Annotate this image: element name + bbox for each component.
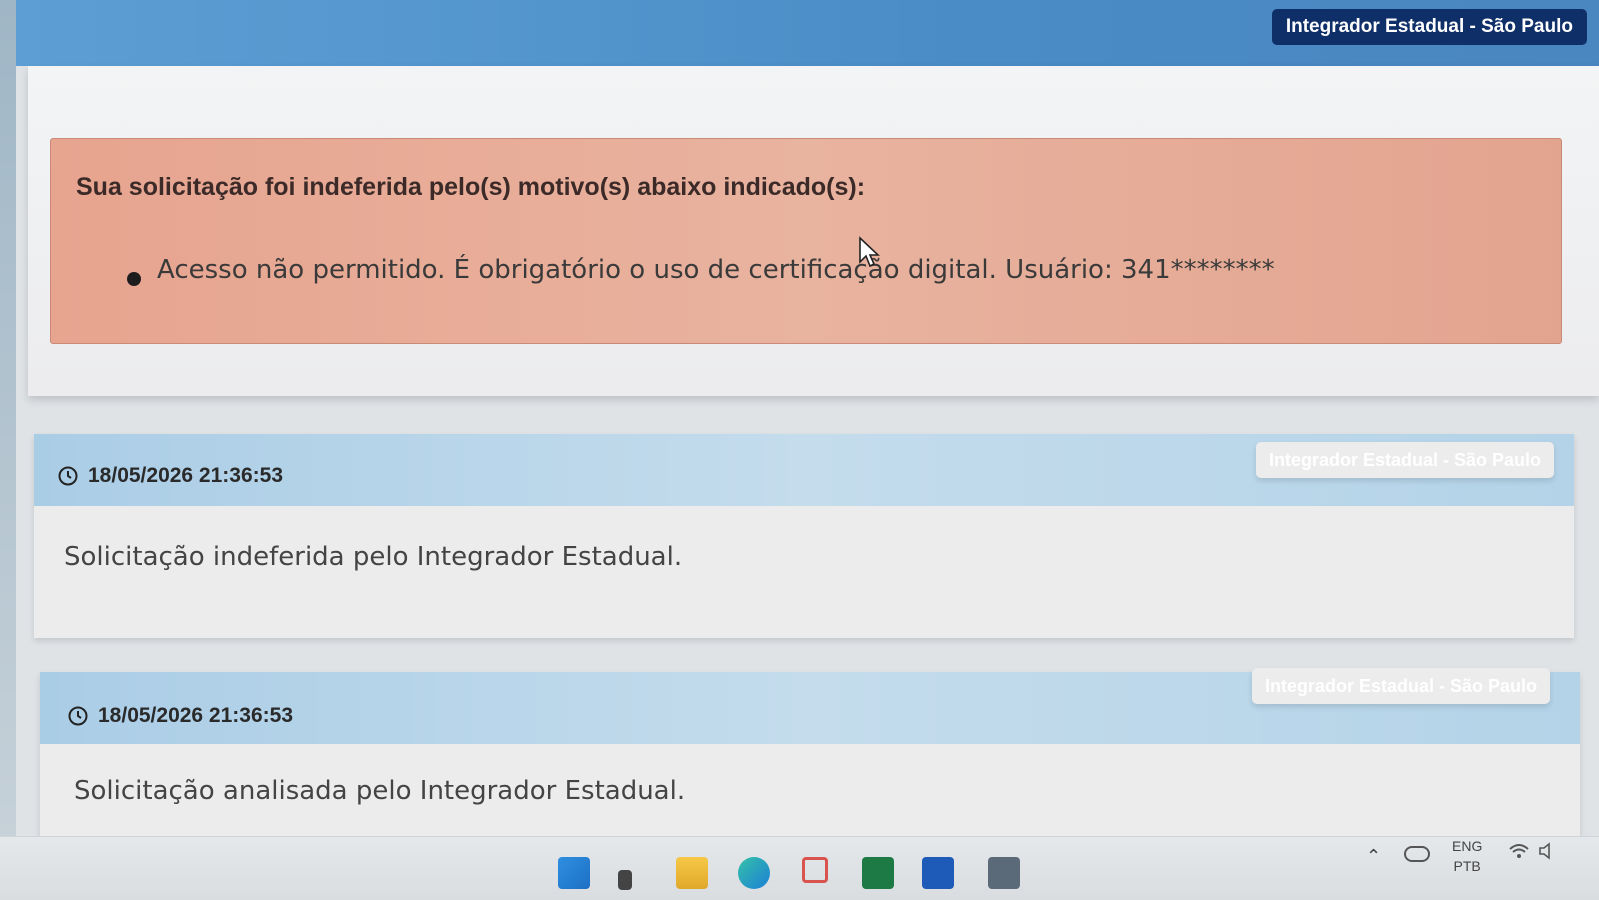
onedrive-icon[interactable] [1404, 846, 1430, 862]
entry-timestamp: 18/05/2026 21:36:53 [58, 464, 283, 488]
windows-start-icon[interactable] [558, 857, 590, 889]
language-secondary: PTB [1453, 858, 1481, 874]
alert-title: Sua solicitação foi indeferida pelo(s) m… [76, 173, 866, 201]
tray-chevron-icon[interactable]: ⌃ [1366, 846, 1381, 867]
window-edge [0, 0, 16, 899]
source-badge: Integrador Estadual - São Paulo [1271, 9, 1587, 45]
clock-icon [68, 706, 88, 726]
entry-timestamp: 18/05/2026 21:36:53 [68, 704, 293, 728]
windows-taskbar [0, 836, 1599, 900]
edge-browser-icon[interactable] [738, 857, 770, 889]
clock-icon [58, 466, 78, 486]
file-explorer-icon[interactable] [676, 857, 708, 889]
word-icon[interactable] [922, 857, 954, 889]
alert-reason: Acesso não permitido. É obrigatório o us… [157, 255, 1275, 285]
snipping-tool-icon[interactable] [802, 857, 828, 883]
volume-icon[interactable] [1538, 842, 1556, 860]
source-badge: Integrador Estadual - São Paulo [1251, 668, 1550, 704]
language-primary: ENG [1452, 838, 1483, 854]
timestamp-text: 18/05/2026 21:36:53 [88, 464, 283, 487]
mouse-cursor-icon [859, 236, 880, 268]
entry-message: Solicitação analisada pelo Integrador Es… [74, 776, 686, 806]
calculator-icon[interactable] [988, 857, 1020, 889]
language-indicator[interactable]: ENG PTB [1452, 836, 1482, 876]
history-entry: 18/05/2026 21:36:53 Integrador Estadual … [34, 434, 1574, 638]
search-icon[interactable] [618, 870, 632, 890]
excel-icon[interactable] [862, 857, 894, 889]
entry-message: Solicitação indeferida pelo Integrador E… [64, 542, 683, 572]
history-entry: 18/05/2026 21:36:53 Integrador Estadual … [40, 668, 1580, 842]
source-badge: Integrador Estadual - São Paulo [1255, 442, 1554, 478]
wifi-icon[interactable] [1508, 842, 1530, 860]
bullet-icon [127, 272, 141, 286]
top-header: Integrador Estadual - São Paulo [16, 0, 1599, 66]
rejection-alert: Sua solicitação foi indeferida pelo(s) m… [50, 138, 1562, 344]
timestamp-text: 18/05/2026 21:36:53 [98, 704, 293, 727]
